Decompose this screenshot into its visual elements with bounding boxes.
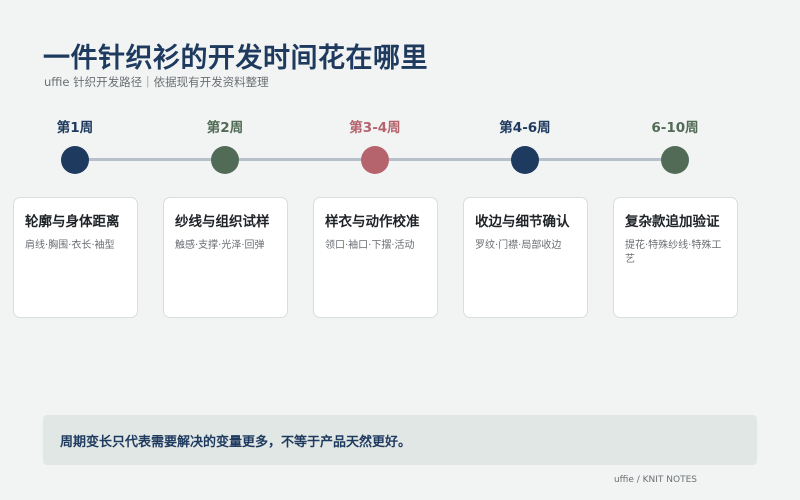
timeline-dot-1	[61, 146, 89, 174]
stage-card-5: 复杂款追加验证 提花·特殊纱线·特殊工艺	[613, 197, 738, 318]
card-title: 纱线与组织试样	[175, 214, 270, 230]
stage-card-3: 样衣与动作校准 领口·袖口·下摆·活动	[313, 197, 438, 318]
card-title: 轮廓与身体距离	[25, 214, 120, 230]
summary-note: 周期变长只代表需要解决的变量更多，不等于产品天然更好。	[43, 415, 757, 465]
stage-card-1: 轮廓与身体距离 肩线·胸围·衣长·袖型	[13, 197, 138, 318]
card-title: 收边与细节确认	[475, 214, 570, 230]
page-subtitle: uffie 针织开发路径｜依据现有开发资料整理	[44, 75, 269, 89]
card-title: 复杂款追加验证	[625, 214, 720, 230]
card-description: 提花·特殊纱线·特殊工艺	[625, 240, 722, 265]
card-description: 肩线·胸围·衣长·袖型	[25, 240, 115, 251]
timeline-dot-2	[211, 146, 239, 174]
page-title: 一件针织衫的开发时间花在哪里	[43, 43, 428, 74]
card-description: 领口·袖口·下摆·活动	[325, 240, 415, 251]
summary-note-text: 周期变长只代表需要解决的变量更多，不等于产品天然更好。	[60, 434, 412, 450]
card-title: 样衣与动作校准	[325, 214, 420, 230]
stage-card-2: 纱线与组织试样 触感·支撑·光泽·回弹	[163, 197, 288, 318]
footer-credit: uffie / KNIT NOTES	[613, 475, 697, 485]
timeline-dot-4	[511, 146, 539, 174]
week-label-1: 第1周	[56, 120, 94, 136]
card-description: 触感·支撑·光泽·回弹	[175, 240, 265, 251]
week-label-4: 第4-6周	[499, 120, 551, 136]
stage-card-4: 收边与细节确认 罗纹·门襟·局部收边	[463, 197, 588, 318]
week-label-2: 第2周	[206, 120, 244, 136]
timeline-dot-3	[361, 146, 389, 174]
card-description: 罗纹·门襟·局部收边	[475, 240, 562, 251]
week-label-5: 6-10周	[651, 120, 699, 136]
week-label-3: 第3-4周	[349, 120, 401, 136]
timeline-dot-5	[661, 146, 689, 174]
